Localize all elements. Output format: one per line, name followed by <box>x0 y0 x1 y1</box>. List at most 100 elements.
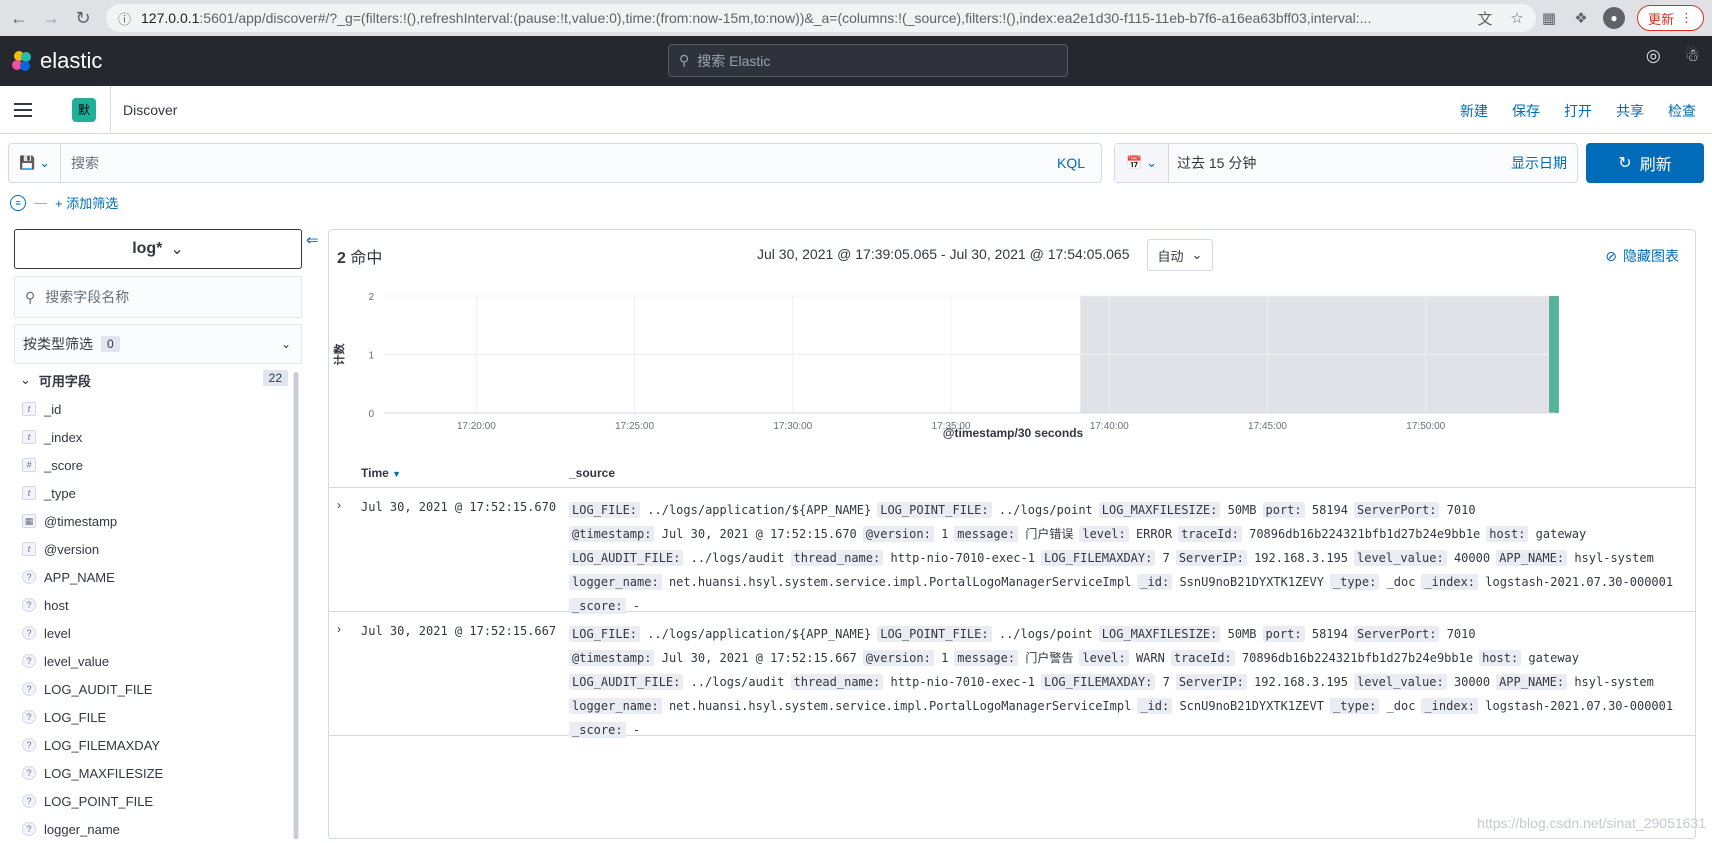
refresh-icon: ↻ <box>1618 155 1632 172</box>
source-field: _type: _doc <box>1329 570 1415 594</box>
elastic-logo[interactable]: elastic <box>10 48 102 74</box>
address-bar[interactable]: ⓘ 127.0.0.1 :5601/app/discover#/?_g=(fil… <box>106 4 1536 32</box>
source-field-key: host: <box>1486 526 1529 542</box>
filter-separator: — <box>34 195 47 210</box>
interval-select[interactable]: 自动 ⌄ <box>1147 239 1213 271</box>
source-field-key: _type: <box>1329 698 1380 714</box>
collapse-sidebar-icon[interactable]: ⇐ <box>306 231 319 249</box>
field-item[interactable]: ? LOG_FILE <box>22 703 292 731</box>
source-field-key: _id: <box>1137 574 1173 590</box>
source-field-value: net.huansi.hsyl.system.service.impl.Port… <box>668 575 1132 589</box>
index-pattern-selector[interactable]: log* ⌄ <box>14 229 302 269</box>
global-search-input[interactable]: ⚲ 搜索 Elastic <box>668 44 1068 77</box>
hide-chart-button[interactable]: ⊘ 隐藏图表 <box>1605 246 1679 266</box>
date-picker: 📅 ⌄ 过去 15 分钟 显示日期 <box>1114 143 1578 183</box>
user-menu-icon[interactable]: ☃ <box>1685 46 1700 66</box>
field-name: LOG_POINT_FILE <box>44 793 154 809</box>
source-field-key: LOG_POINT_FILE: <box>877 502 992 518</box>
show-dates-link[interactable]: 显示日期 <box>1511 153 1567 173</box>
field-name: LOG_FILE <box>44 709 107 725</box>
field-item[interactable]: ▦ @timestamp <box>22 507 292 535</box>
field-name: _score <box>44 457 84 473</box>
quick-select-button[interactable]: 📅 ⌄ <box>1115 144 1169 182</box>
source-field-value: ../logs/point <box>998 503 1093 517</box>
field-item[interactable]: t _type <box>22 479 292 507</box>
filter-options-icon[interactable]: ≡ <box>10 194 26 211</box>
field-item[interactable]: ? level_value <box>22 647 292 675</box>
unknown-field-icon: ? <box>22 626 36 640</box>
source-field-key: _type: <box>1329 574 1380 590</box>
source-field: logger_name: net.huansi.hsyl.system.serv… <box>569 570 1131 594</box>
puzzle-icon[interactable]: ❖ <box>1571 8 1591 28</box>
field-item[interactable]: ? LOG_MAXFILESIZE <box>22 759 292 787</box>
column-time-header[interactable]: Time ▼ <box>361 466 401 480</box>
save-button[interactable]: 保存 <box>1512 101 1540 121</box>
available-fields-label: 可用字段 <box>38 373 91 389</box>
open-button[interactable]: 打开 <box>1564 101 1592 121</box>
chevron-down-icon: ⌄ <box>1146 155 1158 170</box>
update-button[interactable]: 更新 ⋮ <box>1636 5 1704 31</box>
extension-icon[interactable]: ▦ <box>1539 8 1559 28</box>
source-field: APP_NAME: hsyl-system <box>1496 670 1654 694</box>
field-item[interactable]: # _score <box>22 451 292 479</box>
help-icon[interactable]: ◎ <box>1646 46 1661 66</box>
saved-query-button[interactable]: 💾 ⌄ <box>9 144 61 182</box>
field-item[interactable]: t _index <box>22 423 292 451</box>
source-field: logger_name: net.huansi.hsyl.system.serv… <box>569 694 1131 718</box>
source-field-key: ServerPort: <box>1353 626 1440 642</box>
inspect-button[interactable]: 检查 <box>1668 101 1696 121</box>
reload-icon[interactable]: ↻ <box>70 5 96 31</box>
field-item[interactable]: ? LOG_AUDIT_FILE <box>22 675 292 703</box>
source-field-key: LOG_FILE: <box>569 626 641 642</box>
sidebar-scrollbar-thumb[interactable] <box>294 372 298 839</box>
source-field-key: port: <box>1262 502 1305 518</box>
refresh-button[interactable]: ↻ 刷新 <box>1586 143 1704 183</box>
translate-icon[interactable]: 文 <box>1475 8 1495 28</box>
more-icon: ⋮ <box>1680 10 1693 25</box>
back-icon[interactable]: ← <box>6 5 32 31</box>
field-item[interactable]: t @version <box>22 535 292 563</box>
y-tick-label: 2 <box>368 292 374 303</box>
field-name: LOG_AUDIT_FILE <box>44 681 153 697</box>
app-menu: 新建 保存 打开 共享 检查 <box>1460 101 1696 121</box>
menu-icon[interactable] <box>14 102 32 117</box>
new-button[interactable]: 新建 <box>1460 101 1488 121</box>
profile-avatar[interactable]: ● <box>1602 7 1625 29</box>
field-item[interactable]: ? LOG_FILEMAXDAY <box>22 731 292 759</box>
type-filter-button[interactable]: 按类型筛选 0 ⌄ <box>14 324 302 364</box>
bookmark-star-icon[interactable]: ☆ <box>1507 8 1527 28</box>
query-input[interactable]: 搜索 <box>61 153 1057 173</box>
source-field-value: ScnU9noB21DYXTK1ZEVT <box>1179 699 1324 713</box>
field-item[interactable]: ? LOG_POINT_FILE <box>22 787 292 815</box>
field-item[interactable]: ? APP_NAME <box>22 563 292 591</box>
row-timestamp: Jul 30, 2021 @ 17:52:15.670 <box>361 500 557 514</box>
index-pattern-label: log* <box>132 240 163 257</box>
field-item[interactable]: t _id <box>22 395 292 423</box>
sort-down-icon[interactable]: ▼ <box>392 469 401 479</box>
date-range-text[interactable]: 过去 15 分钟 <box>1169 153 1511 173</box>
y-tick-label: 0 <box>368 409 374 420</box>
field-search-input[interactable]: ⚲ 搜索字段名称 <box>14 276 302 318</box>
source-field: level_value: 30000 <box>1354 670 1490 694</box>
source-field-key: ServerIP: <box>1175 674 1247 690</box>
expand-row-icon[interactable]: › <box>337 498 341 512</box>
available-fields-toggle[interactable]: ⌄ 可用字段 22 <box>14 367 288 393</box>
share-button[interactable]: 共享 <box>1616 101 1644 121</box>
source-field: traceId: 70896db16b224321bfb1d27b24e9bb1… <box>1178 522 1480 546</box>
source-field-value: 门户错误 <box>1025 527 1074 541</box>
source-field-key: LOG_FILEMAXDAY: <box>1040 674 1156 690</box>
browser-toolbar: ← → ↻ ⓘ 127.0.0.1 :5601/app/discover#/?_… <box>0 0 1712 36</box>
kql-toggle[interactable]: KQL <box>1057 155 1101 171</box>
forward-icon[interactable]: → <box>38 5 64 31</box>
space-avatar[interactable]: 默 <box>72 97 96 122</box>
add-filter-button[interactable]: + 添加筛选 <box>55 193 118 212</box>
expand-row-icon[interactable]: › <box>337 622 341 636</box>
global-search-placeholder: 搜索 Elastic <box>697 52 771 69</box>
field-item[interactable]: ? level <box>22 619 292 647</box>
field-item[interactable]: ? host <box>22 591 292 619</box>
source-field: APP_NAME: hsyl-system <box>1496 546 1654 570</box>
site-info-icon[interactable]: ⓘ <box>118 9 131 28</box>
hits-label: 命中 <box>350 250 383 267</box>
source-field-key: traceId: <box>1170 650 1235 666</box>
source-field: _score: - <box>569 718 640 742</box>
